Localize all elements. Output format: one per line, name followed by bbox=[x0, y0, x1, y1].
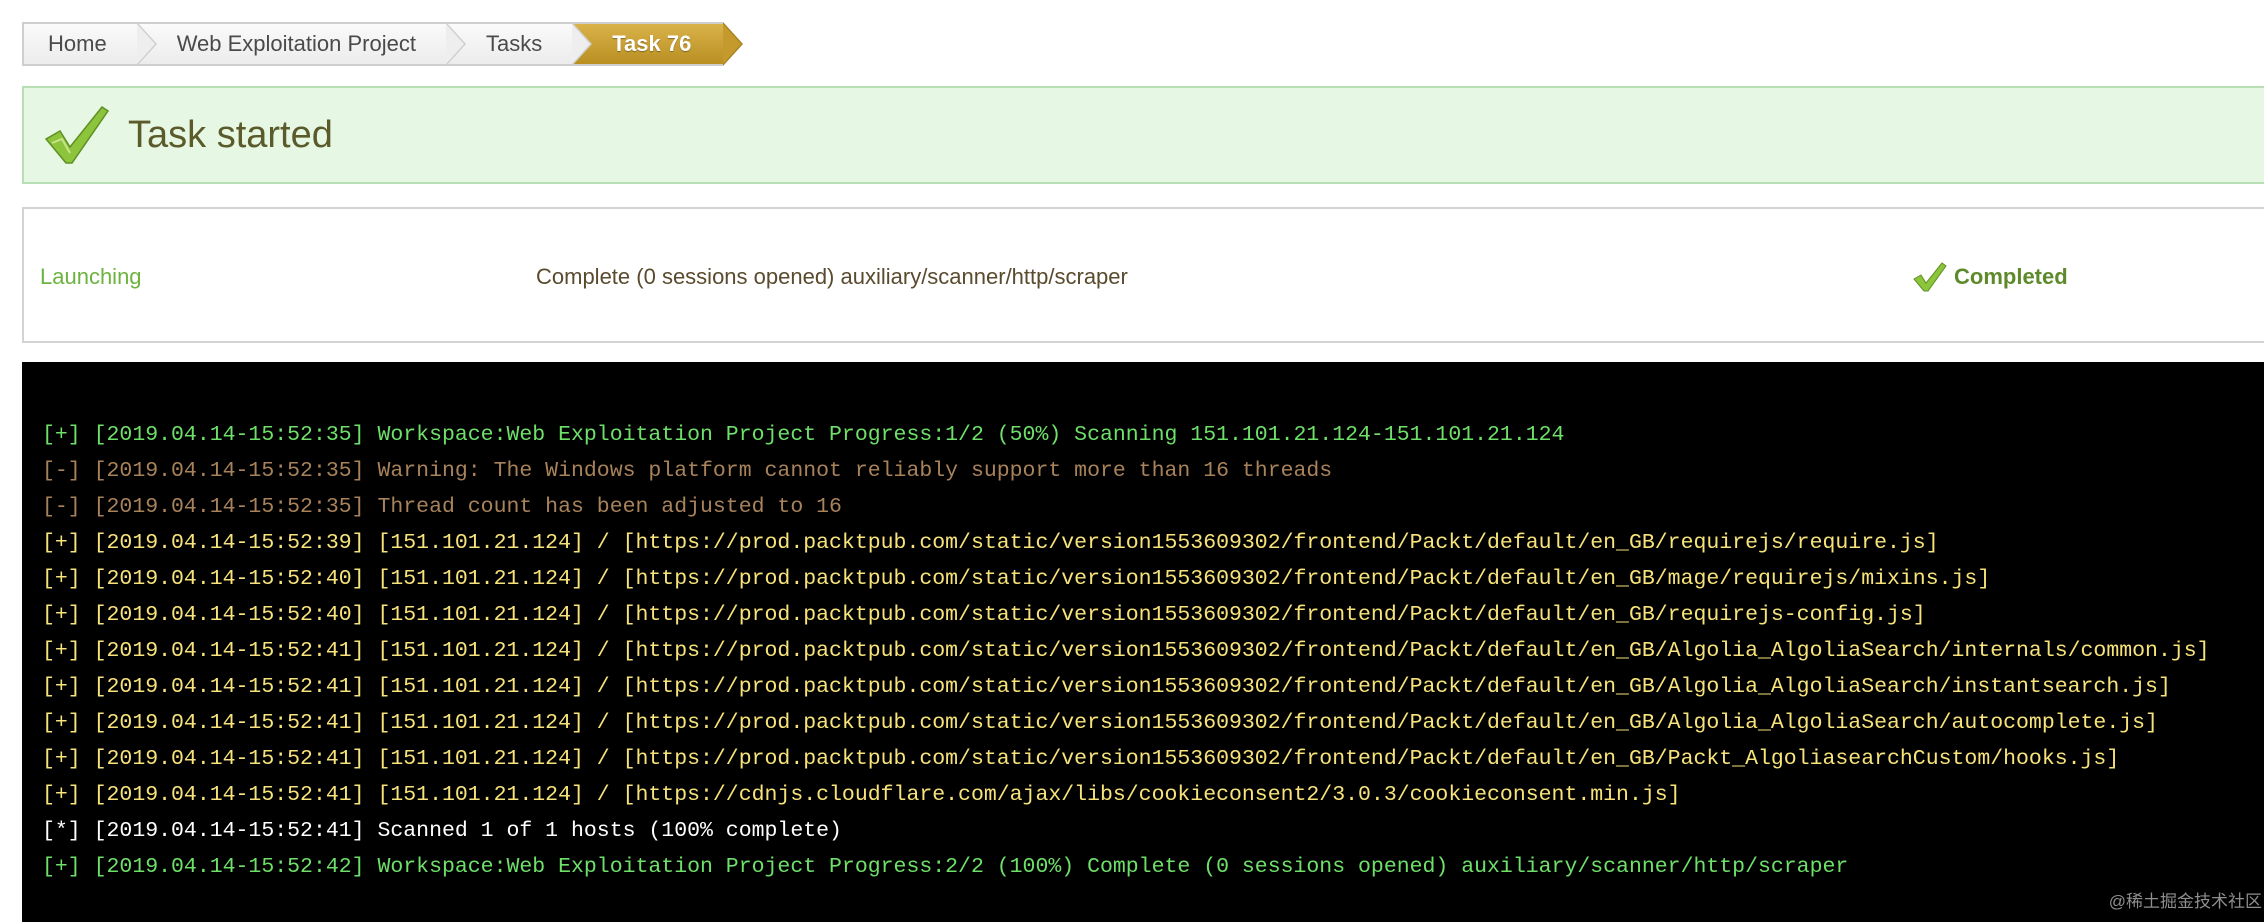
breadcrumb: Home Web Exploitation Project Tasks Task… bbox=[22, 22, 744, 66]
console-line: [-] [2019.04.14-15:52:35] Thread count h… bbox=[42, 495, 842, 519]
console-line: [+] [2019.04.14-15:52:35] Workspace:Web … bbox=[42, 423, 1565, 447]
completed-label: Completed bbox=[1954, 264, 2068, 289]
task-status-message: Complete (0 sessions opened) auxiliary/s… bbox=[536, 264, 1128, 289]
breadcrumb-home[interactable]: Home bbox=[24, 22, 157, 66]
watermark: @稀土掘金技术社区 bbox=[2108, 892, 2262, 911]
checkmark-icon bbox=[1913, 262, 1947, 292]
console-line: [+] [2019.04.14-15:52:41] [151.101.21.12… bbox=[42, 783, 1681, 807]
checkmark-icon bbox=[44, 105, 110, 164]
console-line: [+] [2019.04.14-15:52:40] [151.101.21.12… bbox=[42, 567, 1991, 591]
console-line: [+] [2019.04.14-15:52:41] [151.101.21.12… bbox=[42, 675, 2171, 699]
banner-title: Task started bbox=[128, 113, 333, 156]
success-banner: Task started bbox=[22, 86, 2264, 184]
breadcrumb-project[interactable]: Web Exploitation Project bbox=[136, 22, 467, 66]
console-line: [+] [2019.04.14-15:52:41] [151.101.21.12… bbox=[42, 639, 2210, 663]
task-console-output: [+] [2019.04.14-15:52:35] Workspace:Web … bbox=[22, 362, 2264, 922]
task-status-panel: Launching Complete (0 sessions opened) a… bbox=[22, 207, 2264, 343]
console-line: [+] [2019.04.14-15:52:42] Workspace:Web … bbox=[42, 855, 1849, 879]
console-line: [+] [2019.04.14-15:52:41] [151.101.21.12… bbox=[42, 747, 2120, 771]
completed-badge: Completed bbox=[1912, 261, 2068, 293]
breadcrumb-current-task: Task 76 bbox=[572, 22, 744, 66]
console-line: [+] [2019.04.14-15:52:39] [151.101.21.12… bbox=[42, 531, 1939, 555]
console-line: [+] [2019.04.14-15:52:41] [151.101.21.12… bbox=[42, 711, 2158, 735]
console-line: [+] [2019.04.14-15:52:40] [151.101.21.12… bbox=[42, 603, 1926, 627]
console-line: [*] [2019.04.14-15:52:41] Scanned 1 of 1… bbox=[42, 819, 842, 843]
console-line: [-] [2019.04.14-15:52:35] Warning: The W… bbox=[42, 459, 1333, 483]
task-phase: Launching bbox=[40, 264, 142, 289]
